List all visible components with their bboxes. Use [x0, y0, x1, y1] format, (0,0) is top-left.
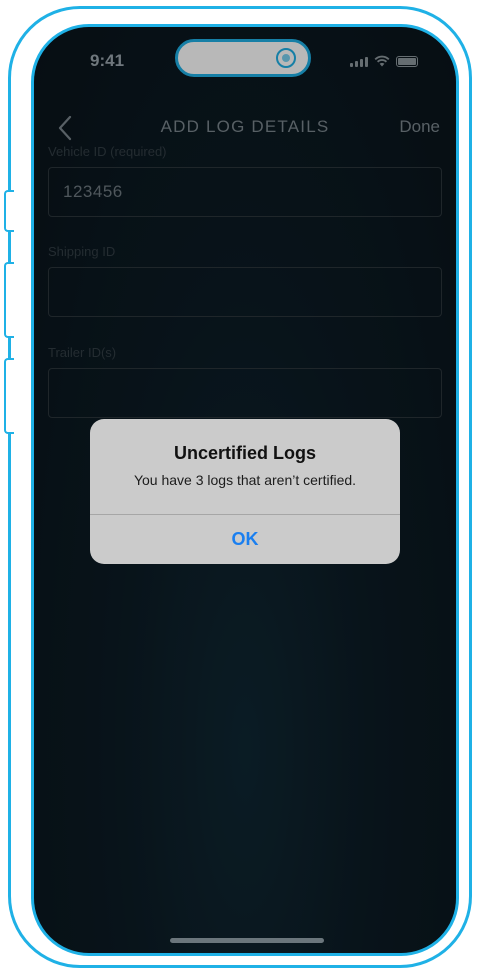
screen: 9:41 ADD LOG DETAILS Done Vehicle ID (re…	[31, 24, 459, 956]
alert-message: You have 3 logs that aren’t certified.	[133, 472, 357, 488]
volume-up-button	[4, 262, 14, 338]
alert-title: Uncertified Logs	[173, 443, 316, 463]
alert-dialog: Uncertified Logs You have 3 logs that ar…	[90, 419, 400, 564]
ok-button[interactable]: OK	[90, 515, 400, 564]
volume-down-button	[4, 358, 14, 434]
action-button	[4, 190, 14, 232]
home-indicator[interactable]	[170, 938, 324, 943]
